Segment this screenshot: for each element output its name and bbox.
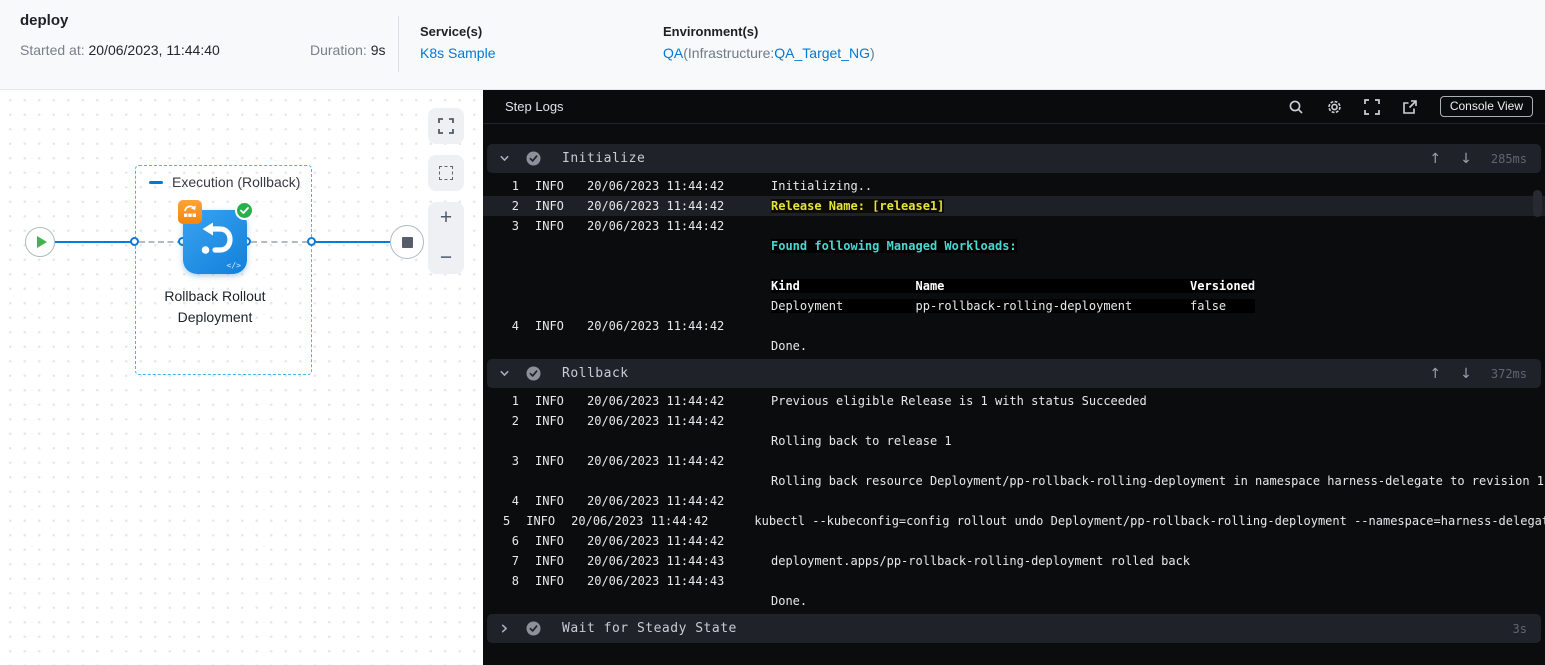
service-link[interactable]: K8s Sample <box>420 45 495 61</box>
step-logs-console: Step Logs Console View Initialize ↑ ↓ 285ms… <box>483 90 1545 665</box>
rollback-rollout-step-node[interactable]: </> <box>178 200 254 274</box>
chevron-down-icon[interactable] <box>497 153 511 164</box>
step-label: Rollback Rollout Deployment <box>164 288 266 325</box>
log-line: Done. <box>771 594 808 608</box>
chevron-down-icon[interactable] <box>497 368 511 379</box>
canvas-zoom-control: + − <box>428 202 464 274</box>
console-title: Step Logs <box>505 99 564 114</box>
log-line: 2 INFO 20/06/2023 11:44:42 <box>511 414 725 428</box>
pipeline-graph-canvas[interactable]: Execution (Rollback) </> Rollback Rollou… <box>0 90 483 665</box>
log-line: Deployment pp-rollback-rolling-deploymen… <box>771 299 1256 313</box>
step-success-icon <box>526 366 541 381</box>
log-section-header-initialize[interactable]: Initialize ↑ ↓ 285ms <box>487 144 1541 173</box>
fullscreen-icon <box>438 118 454 134</box>
zoom-in-button[interactable]: + <box>428 207 464 228</box>
open-in-new-icon[interactable] <box>1402 98 1419 115</box>
log-line: 1 INFO 20/06/2023 11:44:42 Initializing.. <box>511 179 873 193</box>
rolling-deployment-badge-icon <box>178 200 202 224</box>
log-line: Kind Name Versioned <box>771 279 1256 293</box>
pipeline-execution-page: deploy Started at: 20/06/2023, 11:44:40 … <box>0 0 1545 665</box>
log-line: 8 INFO 20/06/2023 11:44:43 <box>511 574 725 588</box>
console-log-body[interactable]: Initialize ↑ ↓ 285ms 1 INFO 20/06/2023 11:44:4… <box>483 125 1545 665</box>
zoom-out-button[interactable]: − <box>428 247 464 268</box>
stop-icon <box>401 236 413 248</box>
scroll-to-top-icon[interactable]: ↑ <box>1429 366 1441 382</box>
log-line: Rolling back to release 1 <box>771 434 952 448</box>
log-line: 7 INFO 20/06/2023 11:44:43 deployment.apps/… <box>511 554 1191 568</box>
environment-link-line: QA(Infrastructure:QA_Target_NG) <box>663 45 875 61</box>
log-line: 5 INFO 20/06/2023 11:44:42 kubectl --kubeco… <box>503 514 1545 528</box>
log-section-header-rollback[interactable]: Rollback ↑ ↓ 372ms <box>487 359 1541 388</box>
group-right-port <box>307 237 316 246</box>
success-badge-icon <box>235 201 254 220</box>
duration: Duration: 9s <box>310 42 386 58</box>
execution-header: deploy Started at: 20/06/2023, 11:44:40 … <box>0 0 1545 90</box>
console-topbar: Step Logs Console View <box>483 90 1545 124</box>
log-line: 3 INFO 20/06/2023 11:44:42 <box>511 454 725 468</box>
log-line: 6 INFO 20/06/2023 11:44:42 <box>511 534 725 548</box>
log-section-title: Initialize <box>562 151 646 166</box>
log-scrollbar-thumb[interactable] <box>1533 190 1542 217</box>
started-at: Started at: 20/06/2023, 11:44:40 <box>20 42 220 58</box>
log-line: 4 INFO 20/06/2023 11:44:42 <box>511 319 725 333</box>
marquee-select-icon <box>439 166 453 180</box>
environment-link[interactable]: QA <box>663 45 683 61</box>
log-section-title: Wait for Steady State <box>562 621 737 636</box>
log-line: Rolling back resource Deployment/pp-roll… <box>771 474 1545 488</box>
log-section-header-wait-for-steady-state[interactable]: Wait for Steady State 3s <box>487 614 1541 643</box>
search-icon[interactable] <box>1288 98 1305 115</box>
end-node[interactable] <box>390 225 424 259</box>
execution-group-label: Execution (Rollback) <box>149 174 300 190</box>
start-node[interactable] <box>25 227 55 257</box>
log-line: 2 INFO 20/06/2023 11:44:42 Release Name: [r… <box>483 196 1545 216</box>
log-line: Found following Managed Workloads: <box>771 239 1017 253</box>
collapse-minus-icon[interactable] <box>149 180 163 184</box>
services-block: Service(s) K8s Sample <box>420 24 495 61</box>
section-duration: 285ms <box>1490 151 1527 166</box>
edge-group-to-end <box>312 241 390 243</box>
settings-gear-icon[interactable] <box>1326 98 1343 115</box>
infrastructure-link[interactable]: QA_Target_NG <box>774 45 870 61</box>
log-line: 1 INFO 20/06/2023 11:44:42 Previous eligibl… <box>511 394 1147 408</box>
code-icon: </> <box>226 261 241 270</box>
rollback-arrow-icon <box>201 222 233 254</box>
pipeline-title: deploy <box>20 12 69 29</box>
chevron-right-icon[interactable] <box>497 623 511 634</box>
step-success-icon <box>526 621 541 636</box>
environments-block: Environment(s) QA(Infrastructure:QA_Targ… <box>663 24 875 61</box>
scroll-to-bottom-icon[interactable]: ↓ <box>1460 151 1472 167</box>
log-line: 3 INFO 20/06/2023 11:44:42 <box>511 219 725 233</box>
section-duration: 372ms <box>1490 366 1527 381</box>
group-left-port <box>130 237 139 246</box>
scroll-to-bottom-icon[interactable]: ↓ <box>1460 366 1472 382</box>
log-section-title: Rollback <box>562 366 629 381</box>
log-lines-rollback: 1 INFO 20/06/2023 11:44:42 Previous eligibl… <box>483 391 1545 611</box>
expand-fullscreen-icon[interactable] <box>1364 98 1381 115</box>
environments-label: Environment(s) <box>663 24 759 39</box>
log-line: Done. <box>771 339 808 353</box>
edge-start-to-group <box>55 241 135 243</box>
step-success-icon <box>526 151 541 166</box>
canvas-marquee-select-button[interactable] <box>428 155 464 191</box>
section-duration: 3s <box>1512 621 1527 636</box>
play-icon <box>36 236 47 248</box>
log-line: 4 INFO 20/06/2023 11:44:42 <box>511 494 725 508</box>
header-divider <box>398 16 399 72</box>
services-label: Service(s) <box>420 24 483 39</box>
canvas-fullscreen-button[interactable] <box>428 108 464 144</box>
log-lines-initialize: 1 INFO 20/06/2023 11:44:42 Initializing.. 2 I… <box>483 176 1545 356</box>
console-view-button[interactable]: Console View <box>1439 96 1533 117</box>
scroll-to-top-icon[interactable]: ↑ <box>1429 151 1441 167</box>
